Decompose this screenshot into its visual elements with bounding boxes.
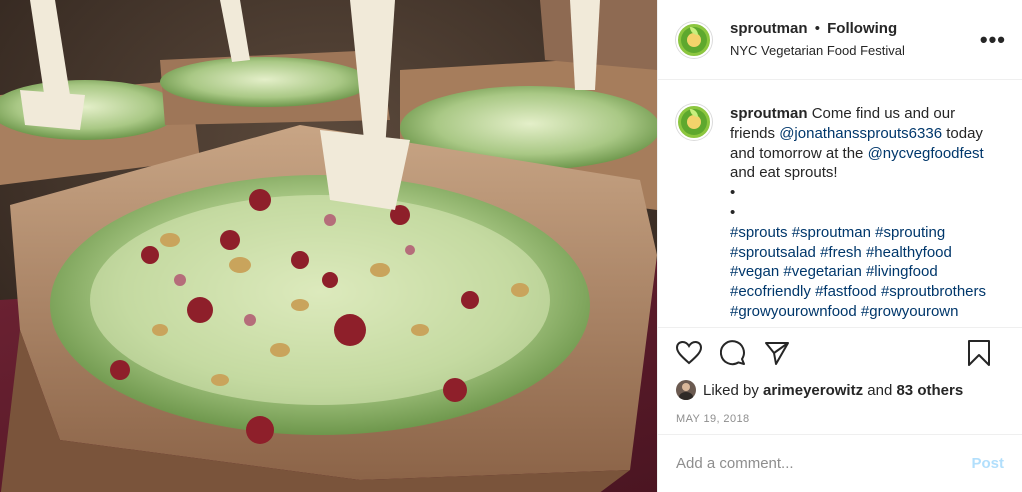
hashtag-link[interactable]: #growyourown [861, 303, 959, 320]
post-comment-button[interactable]: Post [971, 455, 1004, 472]
hashtag-link[interactable]: #sproutbrothers [881, 283, 986, 300]
likes-conjunction: and [867, 381, 893, 399]
comment-icon[interactable] [718, 338, 748, 368]
post-side-panel: sproutman • Following NYC Vegetarian Foo… [657, 0, 1022, 492]
header-text: sproutman • Following NYC Vegetarian Foo… [730, 19, 905, 60]
hashtag-link[interactable]: #sprouts [730, 224, 788, 241]
post-image[interactable] [0, 0, 657, 492]
author-avatar[interactable] [676, 21, 712, 58]
post-header: sproutman • Following NYC Vegetarian Foo… [658, 0, 1022, 80]
header-separator: • [814, 20, 820, 38]
caption-mention-1[interactable]: @jonathanssprouts6336 [779, 125, 942, 142]
author-username[interactable]: sproutman [730, 20, 808, 37]
hashtag-link[interactable]: #sproutsalad [730, 244, 816, 261]
hashtag-link[interactable]: #fastfood [815, 283, 877, 300]
action-bar [658, 328, 1022, 378]
hashtag-link[interactable]: #livingfood [866, 263, 938, 280]
hashtag-link[interactable]: #sprouting [875, 224, 945, 241]
hashtag-link[interactable]: #fresh [820, 244, 862, 261]
caption-username[interactable]: sproutman [730, 105, 808, 122]
caption-text: sproutman Come find us and our friends @… [730, 104, 1004, 327]
likes-count-link[interactable]: 83 others [896, 382, 963, 399]
likes-summary: Liked by arimeyerowitz and 83 others [658, 378, 1022, 402]
more-options-icon[interactable]: ••• [980, 29, 1006, 51]
comment-box: Post [658, 434, 1022, 492]
caption-mention-2[interactable]: @nycvegfoodfest [868, 145, 984, 162]
hashtag-link[interactable]: #sproutman [792, 224, 871, 241]
heart-icon[interactable] [674, 338, 704, 368]
hashtag-link[interactable]: #vegan [730, 263, 779, 280]
caption-text-3: and eat sprouts! [730, 164, 838, 182]
caption-bullet: • [730, 203, 736, 221]
likes-prefix: Liked by [703, 381, 759, 399]
share-icon[interactable] [762, 338, 792, 368]
following-button[interactable]: Following [827, 20, 897, 37]
caption-bullet: • [730, 184, 736, 202]
liker-avatar[interactable] [676, 380, 696, 400]
liker-username[interactable]: arimeyerowitz [763, 382, 863, 399]
bookmark-icon[interactable] [964, 338, 994, 368]
caption-author-avatar[interactable] [676, 104, 712, 140]
hashtag-link[interactable]: #healthyfood [866, 244, 952, 261]
post-location[interactable]: NYC Vegetarian Food Festival [730, 42, 905, 60]
post-date[interactable]: MAY 19, 2018 [658, 410, 1022, 428]
hashtag-link[interactable]: #ecofriendly [730, 283, 811, 300]
caption-area: sproutman Come find us and our friends @… [658, 80, 1022, 328]
hashtag-link[interactable]: #vegetarian [783, 263, 861, 280]
hashtag-link[interactable]: #growyourownfood [730, 303, 857, 320]
comment-input[interactable] [676, 455, 962, 472]
sprout-salad-photo [0, 0, 657, 492]
